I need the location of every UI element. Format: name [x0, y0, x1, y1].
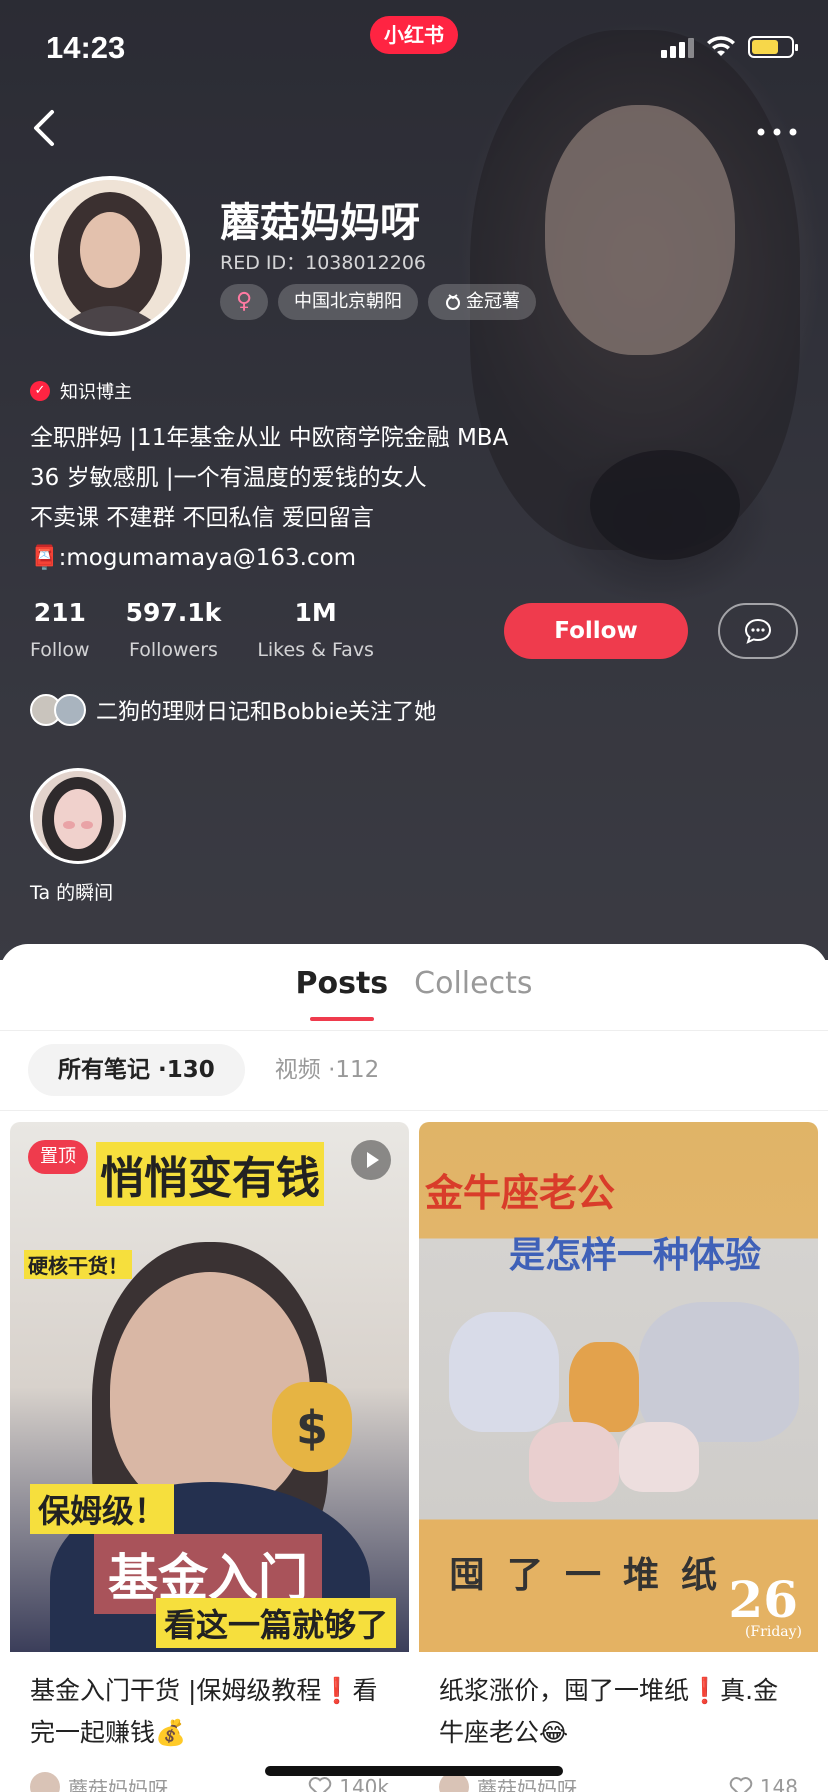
more-options-button[interactable]	[752, 110, 802, 154]
stat-label: Likes & Favs	[257, 639, 374, 661]
stat-value: 1M	[294, 598, 337, 627]
filter-videos[interactable]: 视频 ·112	[275, 1044, 380, 1096]
bio-line: 全职胖妈 |11年基金从业 中欧商学院金融 MBA	[30, 425, 509, 451]
medal-icon	[446, 294, 460, 310]
like-button[interactable]: 148	[728, 1775, 798, 1792]
heart-icon	[308, 1777, 332, 1792]
cover-text: 是怎样一种体验	[509, 1235, 762, 1276]
battery-icon	[748, 36, 798, 58]
cover-text: 看这一篇就够了	[156, 1598, 397, 1648]
video-play-icon	[351, 1140, 391, 1180]
cover-text: 硬核干货！	[24, 1250, 132, 1279]
cover-bag	[639, 1302, 799, 1442]
level-tag[interactable]: 金冠薯	[428, 284, 536, 320]
post-title[interactable]: 基金入门干货 |保姆级教程❗️看完一起赚钱💰	[10, 1652, 409, 1754]
avatar-portrait	[34, 180, 186, 332]
chat-bubble-icon	[744, 618, 772, 644]
mutual-followers[interactable]: 二狗的理财日记和Bobbie关注了她	[30, 694, 436, 726]
bio-line: 36 岁敏感肌 |一个有温度的爱钱的女人	[30, 465, 427, 491]
post-cover[interactable]: $ 悄悄变有钱 硬核干货！ 保姆级！ 基金入门 看这一篇就够了 置顶	[10, 1122, 409, 1652]
moments-avatar[interactable]	[30, 768, 126, 864]
like-count: 140k	[339, 1775, 389, 1792]
chevron-left-icon	[34, 110, 54, 146]
back-button[interactable]	[30, 108, 70, 158]
mutual-followers-text: 二狗的理财日记和Bobbie关注了她	[96, 700, 437, 725]
signal-icon	[661, 36, 694, 58]
post-filters: 所有笔记 ·130 视频 ·112	[28, 1044, 379, 1096]
post-grid: $ 悄悄变有钱 硬核干货！ 保姆级！ 基金入门 看这一篇就够了 置顶 基金入门干…	[10, 1122, 818, 1792]
moments-label: Ta 的瞬间	[30, 882, 114, 904]
ellipsis-icon	[757, 128, 797, 136]
divider	[0, 1110, 828, 1111]
cover-bag	[449, 1312, 559, 1432]
cover-text: 囤了一堆纸	[449, 1555, 740, 1596]
cover-date-day: 26	[728, 1570, 798, 1629]
cover-date-weekday: (Friday)	[744, 1624, 802, 1640]
verification-label: 知识博主	[60, 382, 132, 403]
content-tabs: Posts Collects	[0, 966, 828, 1021]
profile-bio: 全职胖妈 |11年基金从业 中欧商学院金融 MBA 36 岁敏感肌 |一个有温度…	[30, 418, 508, 578]
bio-line: 不卖课 不建群 不回私信 爱回留言	[30, 505, 374, 531]
moment-portrait	[33, 771, 123, 861]
cover-text: 悄悄变有钱	[96, 1142, 324, 1206]
stat-label: Followers	[128, 639, 218, 661]
cover-text: 保姆级！	[30, 1484, 175, 1534]
tab-collects[interactable]: Collects	[414, 966, 532, 1001]
message-button[interactable]	[718, 603, 798, 659]
pinned-badge: 置顶	[28, 1140, 88, 1174]
stat-followers[interactable]: 597.1k Followers	[126, 598, 222, 661]
verification-badge: ✓ 知识博主	[30, 378, 132, 404]
stat-likes-favs[interactable]: 1M Likes & Favs	[257, 598, 374, 661]
stat-value: 597.1k	[125, 598, 222, 627]
heart-icon	[729, 1777, 753, 1792]
follow-button[interactable]: Follow	[504, 603, 688, 659]
cover-text: 金牛座老公	[425, 1171, 616, 1215]
verified-check-icon: ✓	[30, 381, 50, 401]
post-title[interactable]: 纸浆涨价，囤了一堆纸❗️真.金牛座老公😂	[419, 1652, 818, 1754]
like-button[interactable]: 140k	[307, 1775, 389, 1792]
filter-all-notes[interactable]: 所有笔记 ·130	[28, 1044, 245, 1096]
cover-bag	[569, 1342, 639, 1432]
wifi-icon	[707, 36, 735, 56]
mutual-avatars	[30, 694, 86, 726]
like-count: 148	[759, 1775, 798, 1792]
stat-label: Follow	[30, 639, 90, 661]
content-sheet: Posts Collects 所有笔记 ·130 视频 ·112 $ 悄悄变有钱…	[0, 944, 828, 1792]
bio-line: 📮:mogumamaya@163.com	[30, 545, 357, 571]
location-tag: 中国北京朝阳	[278, 284, 418, 320]
post-card[interactable]: $ 悄悄变有钱 硬核干货！ 保姆级！ 基金入门 看这一篇就够了 置顶 基金入门干…	[10, 1122, 409, 1792]
cover-bag	[529, 1422, 619, 1502]
red-id: RED ID：1038012206	[220, 252, 426, 274]
gender-tag: ♀	[220, 284, 268, 320]
status-icons	[661, 36, 798, 58]
level-tag-label: 金冠薯	[466, 291, 520, 312]
cover-bag	[619, 1422, 699, 1492]
post-card[interactable]: 金牛座老公 是怎样一种体验 囤了一堆纸 26 (Friday) 纸浆涨价，囤了一…	[419, 1122, 818, 1792]
money-bag-icon: $	[272, 1382, 352, 1472]
stat-value: 211	[33, 598, 86, 627]
avatar	[30, 1772, 60, 1792]
post-cover[interactable]: 金牛座老公 是怎样一种体验 囤了一堆纸 26 (Friday)	[419, 1122, 818, 1652]
author-name: 蘑菇妈妈呀	[68, 1776, 168, 1792]
profile-name: 蘑菇妈妈呀	[220, 200, 420, 246]
status-time: 14:23	[46, 30, 126, 65]
profile-header: 14:23 小红书 蘑菇妈妈呀 RED ID：1038012206 ♀ 中国北京…	[0, 0, 828, 960]
post-author[interactable]: 蘑菇妈妈呀	[30, 1772, 168, 1792]
avatar	[54, 694, 86, 726]
home-indicator[interactable]	[265, 1766, 563, 1776]
stat-follow[interactable]: 211 Follow	[30, 598, 90, 661]
profile-avatar[interactable]	[30, 176, 190, 336]
status-bar: 14:23 小红书	[0, 0, 828, 100]
divider	[0, 1030, 828, 1031]
profile-stats: 211 Follow 597.1k Followers 1M Likes & F…	[30, 598, 374, 661]
profile-tags: ♀ 中国北京朝阳 金冠薯	[220, 284, 536, 320]
tab-posts[interactable]: Posts	[296, 966, 388, 1021]
app-badge: 小红书	[370, 16, 458, 54]
